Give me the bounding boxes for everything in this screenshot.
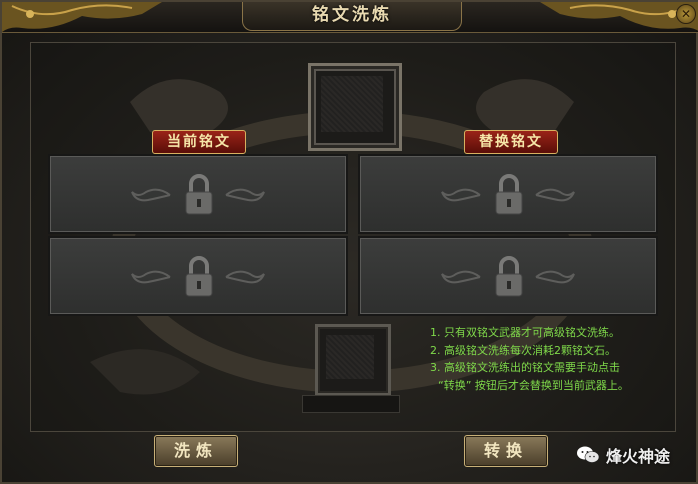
swirl-left-icon bbox=[441, 270, 481, 284]
lock-icon bbox=[495, 174, 523, 215]
swirl-right-icon bbox=[535, 270, 575, 284]
dragon-ornament-left-icon bbox=[2, 2, 162, 32]
title-bar[interactable]: 铭文洗炼 ✕ bbox=[2, 2, 698, 33]
inscription-stone-slot-empty bbox=[326, 335, 374, 379]
current-inscription-slot-1[interactable] bbox=[48, 154, 348, 234]
wechat-icon bbox=[577, 446, 600, 463]
lock-icon bbox=[495, 256, 523, 297]
replace-inscription-label: 替换铭文 bbox=[464, 130, 558, 154]
watermark-text: 烽火神途 bbox=[606, 447, 671, 466]
tip-line-2: 2. 高级铭文洗练每次消耗2颗铭文石。 bbox=[430, 343, 616, 357]
dragon-ornament-right-icon bbox=[540, 2, 698, 31]
title-plate: 铭文洗炼 bbox=[242, 2, 462, 31]
current-inscription-slot-2[interactable] bbox=[48, 236, 348, 316]
swirl-right-icon bbox=[225, 188, 265, 202]
swirl-right-icon bbox=[535, 188, 575, 202]
inscription-stone-slot[interactable] bbox=[315, 324, 391, 396]
tip-line-1: 1. 只有双铭文武器才可高级铭文洗练。 bbox=[430, 326, 620, 339]
replace-inscription-slot-1[interactable] bbox=[358, 154, 658, 234]
window-title: 铭文洗炼 bbox=[312, 5, 392, 25]
swirl-right-icon bbox=[225, 270, 265, 284]
refine-progress-bar bbox=[302, 395, 400, 413]
refine-window: 铭文洗炼 ✕ 当前铭文 替换铭文 1. 只有双铭文武器才可高级铭文洗练。 2. … bbox=[0, 0, 698, 484]
weapon-slot[interactable] bbox=[308, 63, 402, 151]
swap-button[interactable]: 转换 bbox=[464, 435, 548, 467]
tip-line-4: “转换” 按钮后才会替换到当前武器上。 bbox=[438, 378, 629, 392]
replace-inscription-slot-2[interactable] bbox=[358, 236, 658, 316]
weapon-slot-empty bbox=[321, 76, 383, 132]
swirl-left-icon bbox=[131, 270, 171, 284]
current-inscription-label: 当前铭文 bbox=[152, 130, 246, 154]
close-button[interactable]: ✕ bbox=[676, 4, 696, 24]
tip-line-3: 3. 高级铭文洗练出的铭文需要手动点击 bbox=[430, 361, 620, 374]
tips-panel: 1. 只有双铭文武器才可高级铭文洗练。 2. 高级铭文洗练每次消耗2颗铭文石。 … bbox=[430, 324, 670, 394]
swirl-left-icon bbox=[131, 188, 171, 202]
refine-button[interactable]: 洗炼 bbox=[154, 435, 238, 467]
watermark: 烽火神途 bbox=[576, 442, 670, 468]
swirl-left-icon bbox=[441, 188, 481, 202]
lock-icon bbox=[185, 256, 213, 297]
lock-icon bbox=[185, 174, 213, 215]
